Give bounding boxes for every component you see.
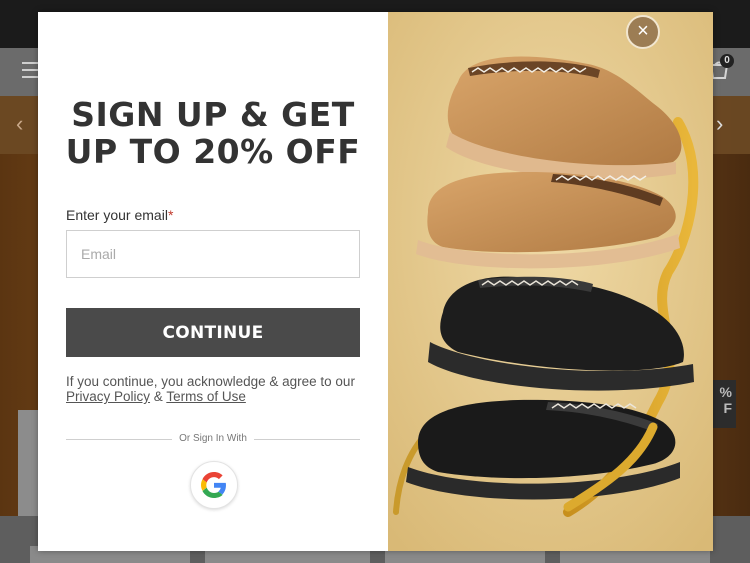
legal-prefix: If you continue, you acknowledge & agree…	[66, 374, 355, 389]
close-icon: ×	[637, 20, 649, 42]
email-field[interactable]	[66, 230, 360, 278]
close-modal-button[interactable]: ×	[626, 15, 660, 49]
or-sign-in-label: Or Sign In With	[179, 433, 247, 444]
stacked-slippers-image	[388, 12, 713, 551]
email-label: Enter your email*	[66, 207, 173, 223]
signup-modal: SIGN UP & GET UP TO 20% OFF Enter your e…	[38, 12, 713, 551]
chevron-right-icon[interactable]: ›	[716, 113, 736, 135]
google-sign-in-button[interactable]	[190, 461, 238, 509]
modal-headline: SIGN UP & GET UP TO 20% OFF	[65, 95, 361, 171]
chevron-left-icon[interactable]: ‹	[16, 113, 36, 135]
required-marker: *	[167, 207, 174, 223]
privacy-policy-link[interactable]: Privacy Policy	[66, 389, 150, 404]
divider-right	[254, 439, 360, 440]
divider-left	[66, 439, 172, 440]
email-label-text: Enter your email	[66, 207, 168, 223]
legal-notice: If you continue, you acknowledge & agree…	[66, 374, 360, 404]
continue-button[interactable]: CONTINUE	[66, 308, 360, 357]
legal-and: &	[153, 389, 163, 404]
terms-of-use-link[interactable]: Terms of Use	[166, 389, 246, 404]
signup-form-panel: SIGN UP & GET UP TO 20% OFF Enter your e…	[38, 12, 388, 551]
cart-count-badge: 0	[720, 54, 734, 68]
google-icon	[201, 472, 226, 498]
promo-image-panel	[388, 12, 713, 551]
